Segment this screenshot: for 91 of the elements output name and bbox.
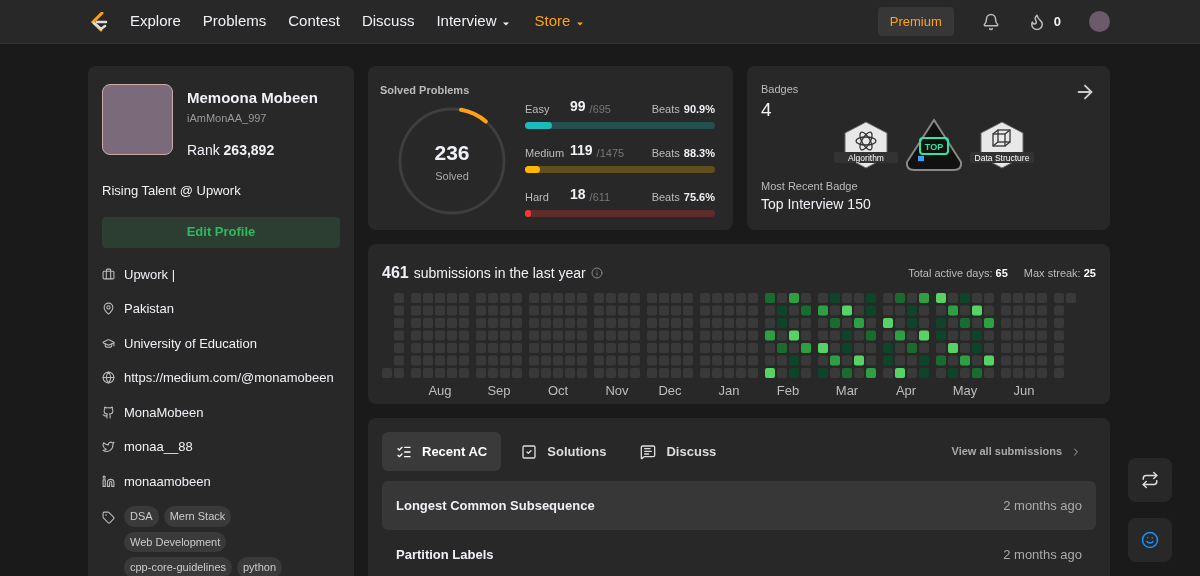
nav-link[interactable]: Store xyxy=(534,10,587,33)
solved-count: 236 xyxy=(434,139,470,166)
month-label: Aug xyxy=(428,383,452,399)
notifications-icon[interactable] xyxy=(981,12,1000,31)
month-label: Jan xyxy=(718,383,740,399)
username: iAmMonAA_997 xyxy=(187,110,268,126)
location-icon xyxy=(102,302,115,316)
solutions-tab-icon xyxy=(521,443,538,460)
submission-time: 2 months ago xyxy=(1003,496,1082,515)
logo-icon[interactable] xyxy=(90,11,108,32)
submission-count: 461 xyxy=(382,263,409,283)
tab[interactable]: Discuss xyxy=(626,432,731,471)
solved-number: 99 xyxy=(570,97,586,116)
tab[interactable]: Solutions xyxy=(507,432,621,471)
total-number: /695 xyxy=(589,101,611,117)
view-all-link[interactable]: View all submissions xyxy=(951,443,1096,460)
beats-value: 75.6% xyxy=(683,189,715,205)
linkedin-icon xyxy=(102,474,115,488)
submission-caption: submissions in the last year xyxy=(413,263,586,283)
card-title: Badges xyxy=(761,82,799,97)
work-icon xyxy=(102,267,115,281)
nav-link[interactable]: Interview xyxy=(436,10,513,33)
skill-tag[interactable]: cpp-core-guidelines xyxy=(124,557,232,576)
top-badge-icon: TOP xyxy=(903,117,964,172)
nav-link[interactable]: Explore xyxy=(130,10,181,33)
profile-detail: Pakistan xyxy=(124,300,174,318)
month-label: Feb xyxy=(776,383,800,399)
tag-icon xyxy=(102,511,115,524)
max-streak: Max streak: 25 xyxy=(1023,265,1096,281)
total-number: /1475 xyxy=(596,145,625,161)
discuss-tab-icon xyxy=(640,443,657,460)
submission-title: Longest Common Subsequence xyxy=(396,496,595,515)
month-label: Jun xyxy=(1013,383,1035,399)
skill-tag[interactable]: Web Development xyxy=(124,531,227,552)
swap-button[interactable] xyxy=(1128,458,1172,502)
solved-number: 119 xyxy=(570,141,593,160)
month-label: Mar xyxy=(835,383,859,399)
card-title: Solved Problems xyxy=(380,83,471,98)
school-icon xyxy=(102,336,115,350)
submission-row[interactable]: Partition Labels 2 months ago xyxy=(382,530,1096,576)
feedback-button[interactable] xyxy=(1128,518,1172,562)
nav-link[interactable]: Problems xyxy=(202,10,267,33)
active-days: Total active days: 65 xyxy=(908,264,1008,282)
headline: Rising Talent @ Upwork xyxy=(102,182,242,200)
profile-detail: University of Education xyxy=(124,334,257,353)
twitter-icon xyxy=(102,440,115,454)
profile-detail: monaamobeen xyxy=(124,472,211,491)
profile-detail: MonaMobeen xyxy=(124,403,204,422)
profile-detail: monaa__88 xyxy=(124,438,193,456)
difficulty-label: Medium xyxy=(525,145,566,161)
difficulty-label: Easy xyxy=(525,101,551,117)
profile-name: Memoona Mobeen xyxy=(187,88,318,108)
photo-placeholder xyxy=(102,84,173,155)
month-label: Nov xyxy=(605,383,629,399)
smile-icon xyxy=(1141,531,1159,549)
badge-count: 4 xyxy=(761,97,773,122)
skill-tag[interactable]: Mern Stack xyxy=(163,506,232,527)
swap-icon xyxy=(1141,471,1159,489)
month-label: Dec xyxy=(658,383,682,399)
premium-button[interactable]: Premium xyxy=(877,7,954,36)
beats-value: 90.9% xyxy=(683,101,715,117)
recent-badge-label: Most Recent Badge xyxy=(761,178,859,194)
streak-count: 0 xyxy=(1053,12,1061,31)
skill-tag[interactable]: python xyxy=(237,557,283,576)
beats-value: 88.3% xyxy=(683,145,715,161)
nav-link[interactable]: Contest xyxy=(288,10,340,33)
month-label: Apr xyxy=(895,383,917,399)
month-label: May xyxy=(952,383,978,399)
month-label: Sep xyxy=(487,383,511,399)
info-icon[interactable] xyxy=(590,267,603,279)
submission-title: Partition Labels xyxy=(396,545,494,564)
beats-label: Beats xyxy=(651,189,680,205)
edit-profile-button[interactable]: Edit Profile xyxy=(102,216,340,248)
difficulty-label: Hard xyxy=(525,189,550,205)
month-label: Oct xyxy=(547,383,569,399)
rank: Rank 263,892 xyxy=(187,141,276,160)
beats-label: Beats xyxy=(651,145,680,161)
tab[interactable]: Recent AC xyxy=(382,432,502,471)
solved-number: 18 xyxy=(570,185,586,204)
skill-tag[interactable]: DSA xyxy=(124,506,159,527)
beats-label: Beats xyxy=(651,101,680,117)
recent-badge-name: Top Interview 150 xyxy=(761,195,872,214)
submission-row[interactable]: Longest Common Subsequence 2 months ago xyxy=(382,481,1096,530)
submission-time: 2 months ago xyxy=(1003,545,1082,564)
website-icon xyxy=(102,371,115,385)
profile-detail: https://medium.com/@monamobeen xyxy=(124,369,334,387)
nav-link[interactable]: Discuss xyxy=(361,10,415,33)
total-number: /611 xyxy=(589,189,611,205)
profile-detail: Upwork | xyxy=(124,265,176,284)
github-icon xyxy=(102,405,115,419)
solved-caption: Solved xyxy=(435,169,469,184)
